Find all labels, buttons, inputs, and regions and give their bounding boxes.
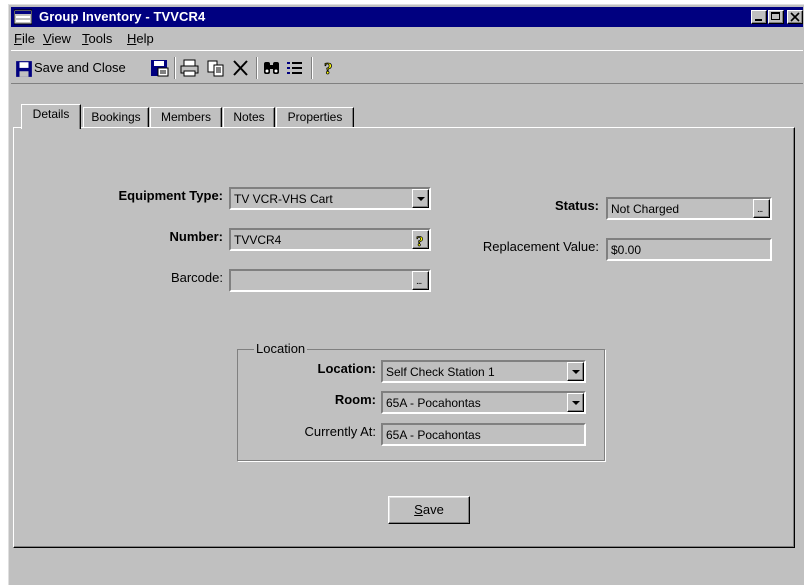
tab-details[interactable]: Details bbox=[21, 104, 81, 129]
number-label: Number: bbox=[169, 229, 223, 244]
close-icon bbox=[790, 12, 800, 22]
tab-notes[interactable]: Notes bbox=[223, 107, 275, 128]
equipment-type-dropdown[interactable]: TV VCR-VHS Cart bbox=[229, 187, 431, 210]
find-binoculars-icon[interactable] bbox=[262, 59, 282, 77]
replacement-value: $0.00 bbox=[611, 243, 642, 257]
location-dropdown[interactable]: Self Check Station 1 bbox=[381, 360, 586, 383]
tab-members-label: Members bbox=[160, 110, 211, 124]
menu-tools[interactable]: Tools bbox=[82, 31, 112, 46]
replacement-value-field[interactable]: $0.00 bbox=[606, 238, 772, 261]
tab-properties[interactable]: Properties bbox=[276, 107, 354, 128]
list-icon[interactable] bbox=[285, 59, 305, 77]
tab-bookings[interactable]: Bookings bbox=[83, 107, 149, 128]
menu-view[interactable]: View bbox=[43, 31, 71, 46]
status-browse-button[interactable]: ... bbox=[753, 199, 770, 218]
save-and-close-button[interactable]: Save and Close bbox=[11, 54, 133, 80]
barcode-label: Barcode: bbox=[170, 270, 223, 285]
copy-icon[interactable] bbox=[206, 59, 226, 77]
save-button-label: ave bbox=[422, 502, 444, 517]
close-button[interactable] bbox=[787, 10, 803, 24]
minimize-button[interactable] bbox=[751, 10, 767, 24]
barcode-browse-button[interactable]: ... bbox=[412, 271, 429, 290]
equipment-type-label: Equipment Type: bbox=[118, 188, 223, 203]
room-dropdown[interactable]: 65A - Pocahontas bbox=[381, 391, 586, 414]
chevron-down-icon bbox=[417, 197, 425, 201]
tab-notes-label: Notes bbox=[233, 110, 265, 124]
toolbar-separator bbox=[174, 57, 176, 79]
currently-at-label: Currently At: bbox=[304, 424, 376, 439]
equipment-type-dropdown-button[interactable] bbox=[412, 189, 429, 208]
location-label: Location: bbox=[317, 361, 377, 376]
app-window-icon bbox=[14, 9, 32, 25]
room-label: Room: bbox=[334, 392, 376, 407]
title-bar[interactable]: Group Inventory - TVVCR4 bbox=[11, 7, 803, 27]
svg-text:?: ? bbox=[324, 59, 333, 77]
menu-help[interactable]: Help bbox=[127, 31, 154, 46]
tab-details-label: Details bbox=[32, 107, 70, 121]
tab-members[interactable]: Members bbox=[150, 107, 222, 128]
replacement-value-label: Replacement Value: bbox=[482, 239, 599, 254]
toolbar: Save and Close ? bbox=[11, 50, 803, 84]
room-value: 65A - Pocahontas bbox=[386, 396, 481, 410]
currently-at-value: 65A - Pocahontas bbox=[386, 428, 481, 442]
toolbar-separator bbox=[311, 57, 313, 79]
maximize-icon bbox=[771, 12, 780, 20]
svg-text:?: ? bbox=[416, 234, 424, 248]
location-dropdown-button[interactable] bbox=[567, 362, 584, 381]
app-window: Group Inventory - TVVCR4 File View Tools… bbox=[8, 4, 804, 585]
barcode-field[interactable]: ... bbox=[229, 269, 431, 292]
room-dropdown-button[interactable] bbox=[567, 393, 584, 412]
help-question-icon: ? bbox=[416, 234, 424, 248]
status-label: Status: bbox=[554, 198, 599, 213]
chevron-down-icon bbox=[572, 401, 580, 405]
menu-file[interactable]: File bbox=[14, 31, 35, 46]
menu-bar: File View Tools Help bbox=[11, 29, 803, 48]
save-disk-icon bbox=[16, 61, 32, 77]
status-field[interactable]: Not Charged ... bbox=[606, 197, 772, 220]
minimize-icon bbox=[755, 19, 762, 21]
toolbar-separator bbox=[256, 57, 258, 79]
number-value: TVVCR4 bbox=[234, 233, 282, 247]
location-value: Self Check Station 1 bbox=[386, 365, 495, 379]
window-title: Group Inventory - TVVCR4 bbox=[39, 9, 206, 24]
ellipsis-icon: ... bbox=[757, 204, 763, 215]
ellipsis-icon: ... bbox=[416, 276, 422, 287]
equipment-type-value: TV VCR-VHS Cart bbox=[234, 192, 333, 206]
status-value: Not Charged bbox=[611, 202, 680, 216]
tab-bookings-label: Bookings bbox=[91, 110, 141, 124]
save-button[interactable]: Save bbox=[388, 496, 470, 524]
chevron-down-icon bbox=[572, 370, 580, 374]
save-button-hotkey: S bbox=[414, 502, 423, 517]
tab-properties-label: Properties bbox=[287, 110, 343, 124]
number-field[interactable]: TVVCR4 ? bbox=[229, 228, 431, 251]
help-question-icon[interactable]: ? bbox=[319, 59, 339, 77]
save-and-close-label: Save and Close bbox=[34, 60, 126, 75]
location-group-title: Location bbox=[254, 341, 308, 356]
maximize-button[interactable] bbox=[768, 10, 784, 24]
delete-icon[interactable] bbox=[231, 59, 251, 77]
save-new-icon[interactable] bbox=[150, 59, 170, 77]
print-icon[interactable] bbox=[180, 59, 200, 77]
currently-at-field: 65A - Pocahontas bbox=[381, 423, 586, 446]
number-lookup-button[interactable]: ? bbox=[412, 230, 429, 249]
